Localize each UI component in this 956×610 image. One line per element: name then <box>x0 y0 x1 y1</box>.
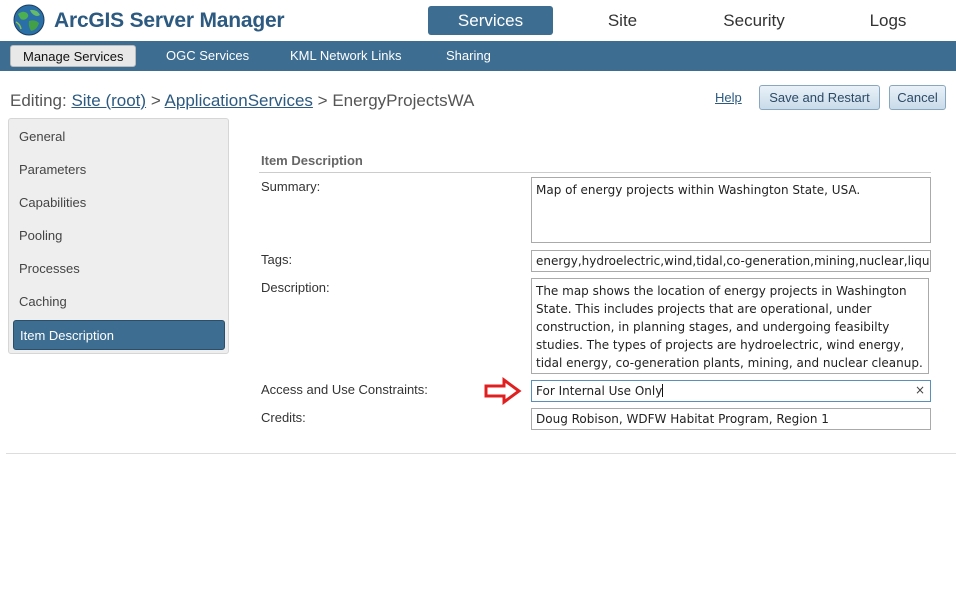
credits-input[interactable]: Doug Robison, WDFW Habitat Program, Regi… <box>531 408 931 430</box>
globe-icon <box>13 4 45 36</box>
subnav-sharing[interactable]: Sharing <box>446 41 491 71</box>
breadcrumb: Editing: Site (root) > ApplicationServic… <box>10 91 474 111</box>
sidebar-item-general[interactable]: General <box>19 129 65 144</box>
access-constraints-input[interactable]: For Internal Use Only × <box>531 380 931 402</box>
description-label: Description: <box>261 280 330 295</box>
subnav-manage-services[interactable]: Manage Services <box>10 45 137 67</box>
nav-site[interactable]: Site <box>580 6 665 35</box>
settings-sidebar: General Parameters Capabilities Pooling … <box>8 118 229 354</box>
breadcrumb-service-name: EnergyProjectsWA <box>332 91 475 110</box>
sidebar-item-parameters[interactable]: Parameters <box>19 162 86 177</box>
help-link[interactable]: Help <box>715 90 742 105</box>
sidebar-item-capabilities[interactable]: Capabilities <box>19 195 86 210</box>
nav-logs[interactable]: Logs <box>850 6 926 35</box>
save-and-restart-button[interactable]: Save and Restart <box>759 85 880 110</box>
sidebar-item-item-description[interactable]: Item Description <box>13 320 225 350</box>
tags-input[interactable]: energy,hydroelectric,wind,tidal,co-gener… <box>531 250 931 272</box>
top-header: ArcGIS Server Manager Services Site Secu… <box>0 0 956 41</box>
section-divider <box>259 172 931 173</box>
subnav-kml-network-links[interactable]: KML Network Links <box>290 41 402 71</box>
section-title: Item Description <box>261 153 363 168</box>
summary-label: Summary: <box>261 179 321 194</box>
sidebar-item-processes[interactable]: Processes <box>19 261 80 276</box>
sidebar-item-pooling[interactable]: Pooling <box>19 228 62 243</box>
access-constraints-label: Access and Use Constraints: <box>261 382 428 397</box>
breadcrumb-separator: > <box>150 91 161 110</box>
access-constraints-value: For Internal Use Only <box>536 384 663 398</box>
page-divider <box>6 453 956 454</box>
tags-label: Tags: <box>261 252 293 267</box>
nav-services[interactable]: Services <box>428 6 553 35</box>
cancel-button[interactable]: Cancel <box>889 85 946 110</box>
sidebar-item-caching[interactable]: Caching <box>19 294 67 309</box>
editing-label: Editing: <box>10 91 67 110</box>
text-caret <box>662 384 664 397</box>
red-arrow-icon <box>484 377 522 405</box>
breadcrumb-folder-link[interactable]: ApplicationServices <box>165 91 313 110</box>
breadcrumb-site-link[interactable]: Site (root) <box>71 91 146 110</box>
sub-navigation: Manage Services OGC Services KML Network… <box>0 41 956 71</box>
nav-security[interactable]: Security <box>705 6 803 35</box>
breadcrumb-separator: > <box>317 91 328 110</box>
subnav-ogc-services[interactable]: OGC Services <box>166 41 249 71</box>
clear-icon[interactable]: × <box>915 383 925 398</box>
description-textarea[interactable]: The map shows the location of energy pro… <box>531 278 929 374</box>
app-title: ArcGIS Server Manager <box>54 9 285 32</box>
summary-textarea[interactable]: Map of energy projects within Washington… <box>531 177 931 243</box>
credits-label: Credits: <box>261 410 306 425</box>
